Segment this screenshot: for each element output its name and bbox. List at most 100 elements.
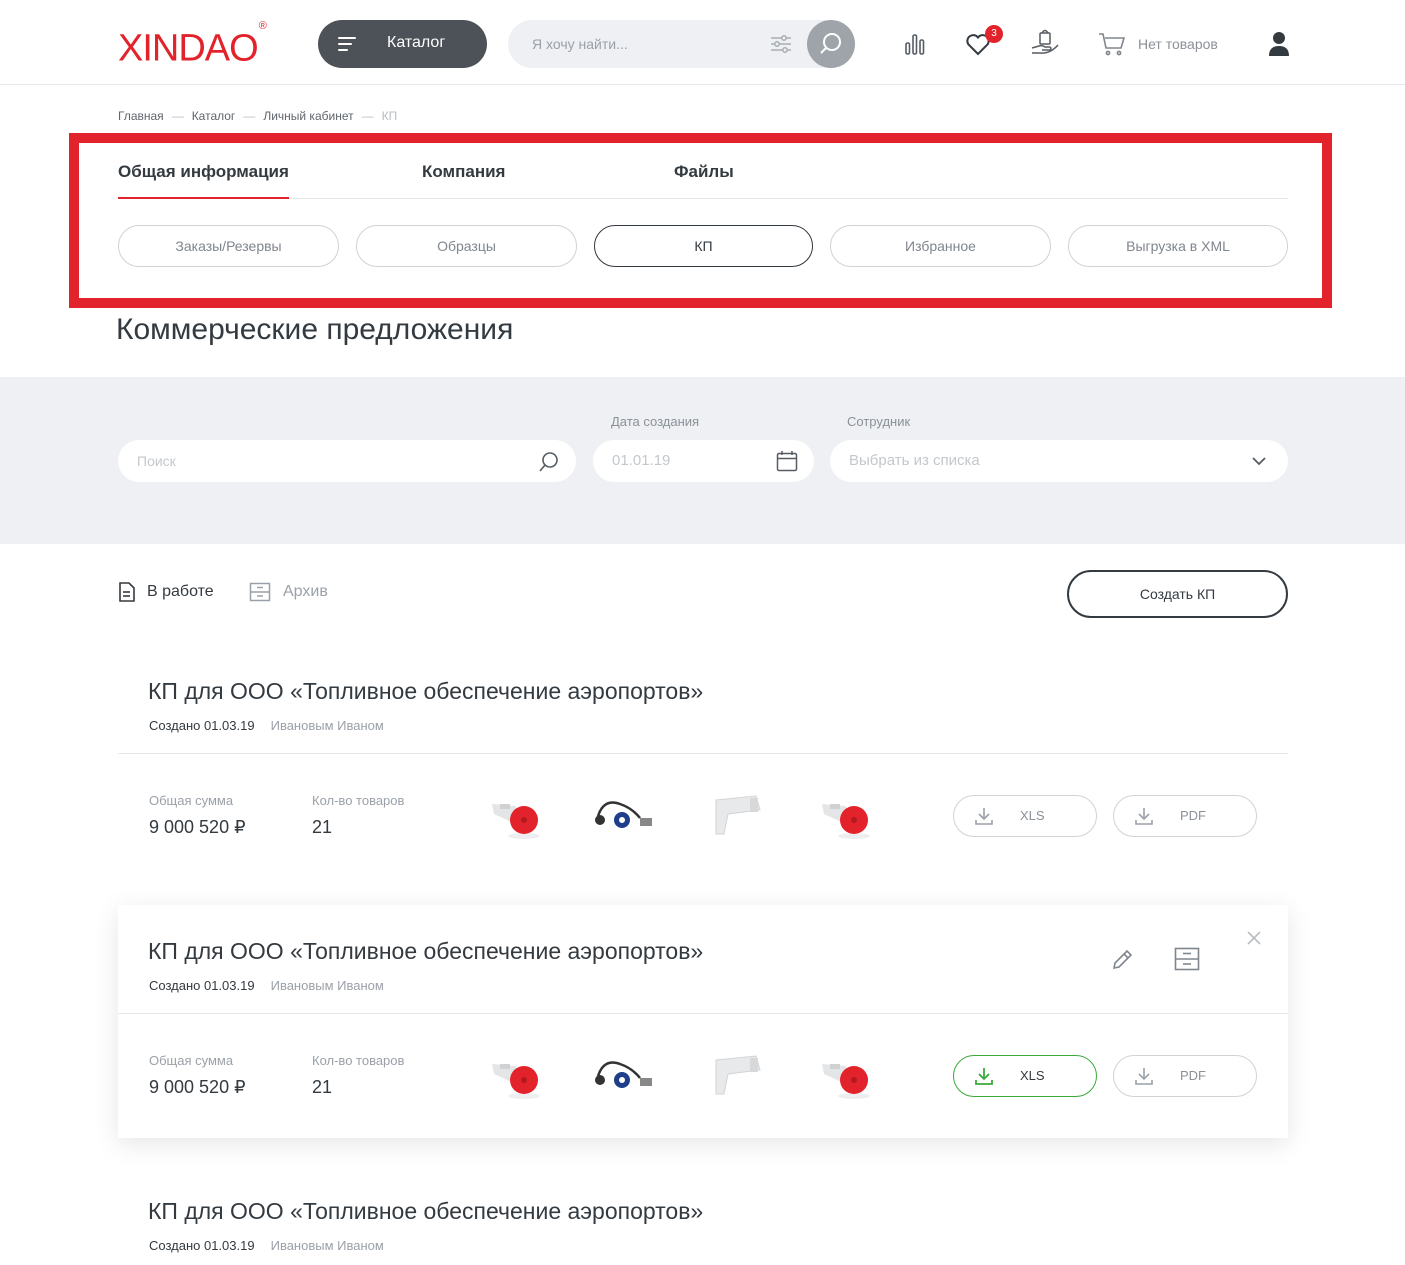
breadcrumb-separator: — — [171, 109, 184, 123]
tab-files[interactable]: Файлы — [674, 162, 734, 182]
download-icon — [1135, 1068, 1153, 1085]
offer-search-placeholder: Поиск — [137, 453, 176, 469]
offer-card-hovered: КП для ООО «Топливное обеспечение аэропо… — [118, 905, 1288, 1138]
breadcrumb: Главная — Каталог — Личный кабинет — КП — [118, 109, 397, 123]
search-submit-button[interactable] — [807, 20, 855, 68]
hand-bag-icon[interactable] — [1030, 26, 1060, 58]
sum-label: Общая сумма — [149, 1053, 234, 1068]
create-kp-button[interactable]: Создать КП — [1067, 570, 1288, 618]
tab-company[interactable]: Компания — [422, 162, 505, 182]
pill-samples[interactable]: Образцы — [356, 225, 577, 267]
breadcrumb-home[interactable]: Главная — [118, 109, 164, 123]
highlight-frame — [69, 133, 1332, 308]
cart-icon[interactable] — [1098, 32, 1126, 56]
product-car-charger-red-thumbnail[interactable] — [486, 790, 556, 840]
offer-search-input[interactable]: Поиск — [118, 440, 576, 482]
product-car-charger-red-thumbnail[interactable] — [816, 790, 886, 840]
pdf-label: PDF — [1180, 808, 1206, 823]
page-title: Коммерческие предложения — [116, 313, 514, 346]
document-icon — [119, 582, 135, 602]
breadcrumb-separator: — — [243, 109, 256, 123]
offer-card: КП для ООО «Топливное обеспечение аэропо… — [118, 1180, 1288, 1265]
product-car-charger-red-thumbnail[interactable] — [816, 1050, 886, 1100]
xls-label: XLS — [1020, 1068, 1045, 1083]
download-pdf-button[interactable]: PDF — [1113, 1055, 1257, 1097]
tab-in-progress[interactable]: В работе — [147, 583, 214, 601]
card-divider — [118, 753, 1288, 754]
offer-meta: Создано 01.03.19 Ивановым Иваном — [149, 978, 384, 993]
product-cable-blue-thumbnail[interactable] — [588, 790, 658, 840]
pill-xml-export[interactable]: Выгрузка в XML — [1068, 225, 1288, 267]
date-field[interactable]: 01.01.19 — [593, 440, 814, 482]
quantity-label: Кол-во товаров — [312, 793, 405, 808]
sum-value: 9 000 520 ₽ — [149, 1077, 246, 1097]
offer-author: Ивановым Иваном — [270, 1238, 384, 1253]
tab-general-info[interactable]: Общая информация — [118, 162, 289, 182]
edit-pencil-icon[interactable] — [1111, 947, 1135, 971]
download-xls-button[interactable]: XLS — [953, 795, 1097, 837]
user-icon[interactable] — [1268, 31, 1290, 57]
employee-label: Сотрудник — [847, 414, 911, 429]
cart-status-text[interactable]: Нет товаров — [1138, 36, 1218, 52]
registered-mark: ® — [258, 20, 267, 32]
pill-favorites[interactable]: Избранное — [830, 225, 1051, 267]
breadcrumb-catalog[interactable]: Каталог — [192, 109, 236, 123]
employee-select[interactable]: Выбрать из списка — [830, 440, 1288, 482]
offer-author: Ивановым Иваном — [270, 718, 384, 733]
offer-meta: Создано 01.03.19 Ивановым Иваном — [149, 718, 384, 733]
close-icon[interactable] — [1246, 930, 1262, 946]
date-label: Дата создания — [611, 414, 700, 429]
search-input[interactable]: Я хочу найти... — [508, 20, 855, 68]
offer-created: Создано 01.03.19 — [149, 1238, 255, 1253]
calendar-icon[interactable] — [776, 450, 798, 472]
archive-icon — [249, 582, 271, 602]
search-placeholder: Я хочу найти... — [532, 36, 628, 52]
quantity-value: 21 — [312, 817, 333, 837]
product-phone-holder-thumbnail[interactable] — [706, 790, 776, 840]
sum-value: 9 000 520 ₽ — [149, 817, 246, 837]
card-divider — [118, 1013, 1288, 1014]
catalog-button-label: Каталог — [387, 34, 446, 51]
archive-icon[interactable] — [1174, 947, 1200, 971]
active-tab-indicator — [118, 197, 289, 199]
pill-orders-reserves[interactable]: Заказы/Резервы — [118, 225, 339, 267]
download-icon — [975, 808, 993, 825]
tabs-divider — [118, 198, 1288, 199]
tab-archive[interactable]: Архив — [283, 583, 328, 601]
date-value: 01.01.19 — [612, 452, 671, 469]
offer-meta: Создано 01.03.19 Ивановым Иваном — [149, 1238, 384, 1253]
filter-sliders-icon[interactable] — [770, 34, 792, 54]
download-icon — [975, 1068, 993, 1085]
sum-label: Общая сумма — [149, 793, 234, 808]
offer-title[interactable]: КП для ООО «Топливное обеспечение аэропо… — [148, 1198, 703, 1225]
breadcrumb-current: КП — [381, 109, 398, 123]
offer-title[interactable]: КП для ООО «Топливное обеспечение аэропо… — [148, 678, 703, 705]
pdf-label: PDF — [1180, 1068, 1206, 1083]
offer-title[interactable]: КП для ООО «Топливное обеспечение аэропо… — [148, 938, 703, 965]
quantity-value: 21 — [312, 1077, 333, 1097]
search-icon[interactable] — [538, 451, 560, 473]
catalog-button[interactable]: Каталог — [318, 20, 487, 68]
offer-author: Ивановым Иваном — [270, 978, 384, 993]
offer-card: КП для ООО «Топливное обеспечение аэропо… — [118, 660, 1288, 870]
menu-icon — [338, 37, 356, 51]
download-xls-button[interactable]: XLS — [953, 1055, 1097, 1097]
breadcrumb-account[interactable]: Личный кабинет — [263, 109, 353, 123]
chevron-down-icon — [1252, 457, 1266, 466]
pill-kp[interactable]: КП — [594, 225, 813, 267]
employee-placeholder: Выбрать из списка — [849, 452, 980, 469]
xindao-logo[interactable]: XINDAO® — [118, 20, 267, 69]
product-car-charger-red-thumbnail[interactable] — [486, 1050, 556, 1100]
download-icon — [1135, 808, 1153, 825]
search-icon — [820, 33, 841, 54]
download-pdf-button[interactable]: PDF — [1113, 795, 1257, 837]
compare-chart-icon[interactable] — [903, 32, 927, 56]
xls-label: XLS — [1020, 808, 1045, 823]
breadcrumb-separator: — — [361, 109, 374, 123]
site-header: XINDAO® Каталог Я хочу найти... 3 Нет то… — [0, 0, 1405, 85]
offer-created: Создано 01.03.19 — [149, 978, 255, 993]
product-cable-blue-thumbnail[interactable] — [588, 1050, 658, 1100]
product-phone-holder-thumbnail[interactable] — [706, 1050, 776, 1100]
favorites-count-badge: 3 — [985, 25, 1003, 43]
quantity-label: Кол-во товаров — [312, 1053, 405, 1068]
